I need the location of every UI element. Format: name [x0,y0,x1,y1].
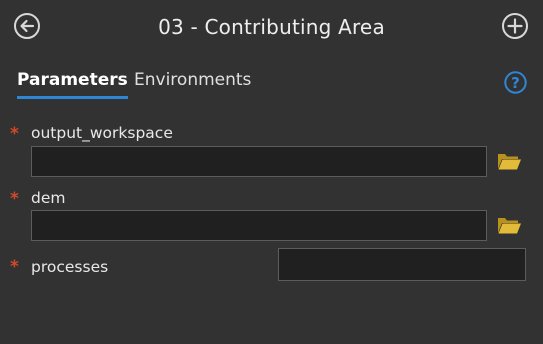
processes-input[interactable] [278,248,526,281]
processes-label: processes [31,258,109,276]
required-marker: * [10,189,19,209]
help-icon[interactable]: ? [504,71,527,94]
tab-environments[interactable]: Environments [134,70,251,90]
tab-parameters[interactable]: Parameters [17,70,128,99]
svg-text:?: ? [511,74,520,92]
folder-icon[interactable] [496,150,522,172]
output-workspace-label: output_workspace [31,124,173,142]
folder-icon[interactable] [496,214,522,236]
tool-title: 03 - Contributing Area [158,15,385,39]
required-marker: * [10,257,19,277]
output-workspace-input[interactable] [31,146,487,177]
dem-input[interactable] [31,210,487,241]
plus-circle-icon[interactable] [501,12,529,40]
required-marker: * [10,124,19,144]
tool-header: 03 - Contributing Area [0,0,543,54]
dem-label: dem [31,189,66,207]
